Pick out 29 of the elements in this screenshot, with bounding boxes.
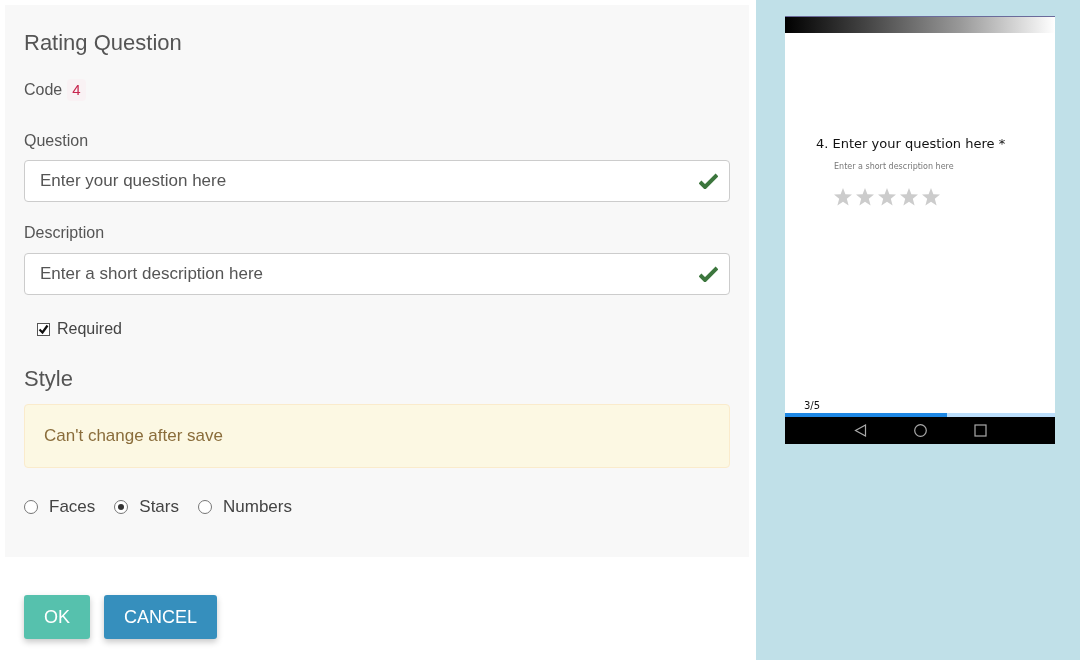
radio-label: Stars — [139, 496, 179, 518]
radio-button[interactable] — [24, 500, 38, 514]
star-icon[interactable] — [899, 187, 919, 207]
radio-button[interactable] — [198, 500, 212, 514]
star-icon[interactable] — [877, 187, 897, 207]
text-field[interactable]: Enter a short description here — [24, 253, 730, 295]
preview-question: 4. Enter your question here * — [816, 135, 1006, 153]
required-checkbox[interactable] — [37, 322, 50, 336]
radio-button[interactable] — [114, 500, 129, 514]
checkbox-label: Required — [57, 319, 122, 339]
radio-label: Faces — [49, 496, 96, 518]
code-label: Code — [24, 80, 63, 100]
field-label: Description — [24, 223, 105, 243]
field-label: Question — [24, 131, 89, 151]
warning-alert: Can't change after save — [24, 404, 730, 468]
star-icon[interactable] — [855, 187, 875, 207]
recents-icon[interactable] — [973, 424, 987, 437]
star-icon[interactable] — [921, 187, 941, 207]
star-icon[interactable] — [833, 187, 853, 207]
page-counter: 3/5 — [804, 400, 821, 412]
radio-label: Numbers — [223, 496, 292, 518]
code-value: 4 — [67, 79, 86, 101]
home-icon[interactable] — [913, 424, 927, 437]
section-heading: Style — [24, 367, 73, 391]
panel-title: Rating Question — [24, 31, 183, 55]
cancel-button[interactable]: CANCEL — [104, 595, 218, 639]
back-icon[interactable] — [853, 424, 867, 437]
preview-description: Enter a short description here — [834, 161, 954, 173]
text-field[interactable]: Enter your question here — [24, 160, 730, 202]
